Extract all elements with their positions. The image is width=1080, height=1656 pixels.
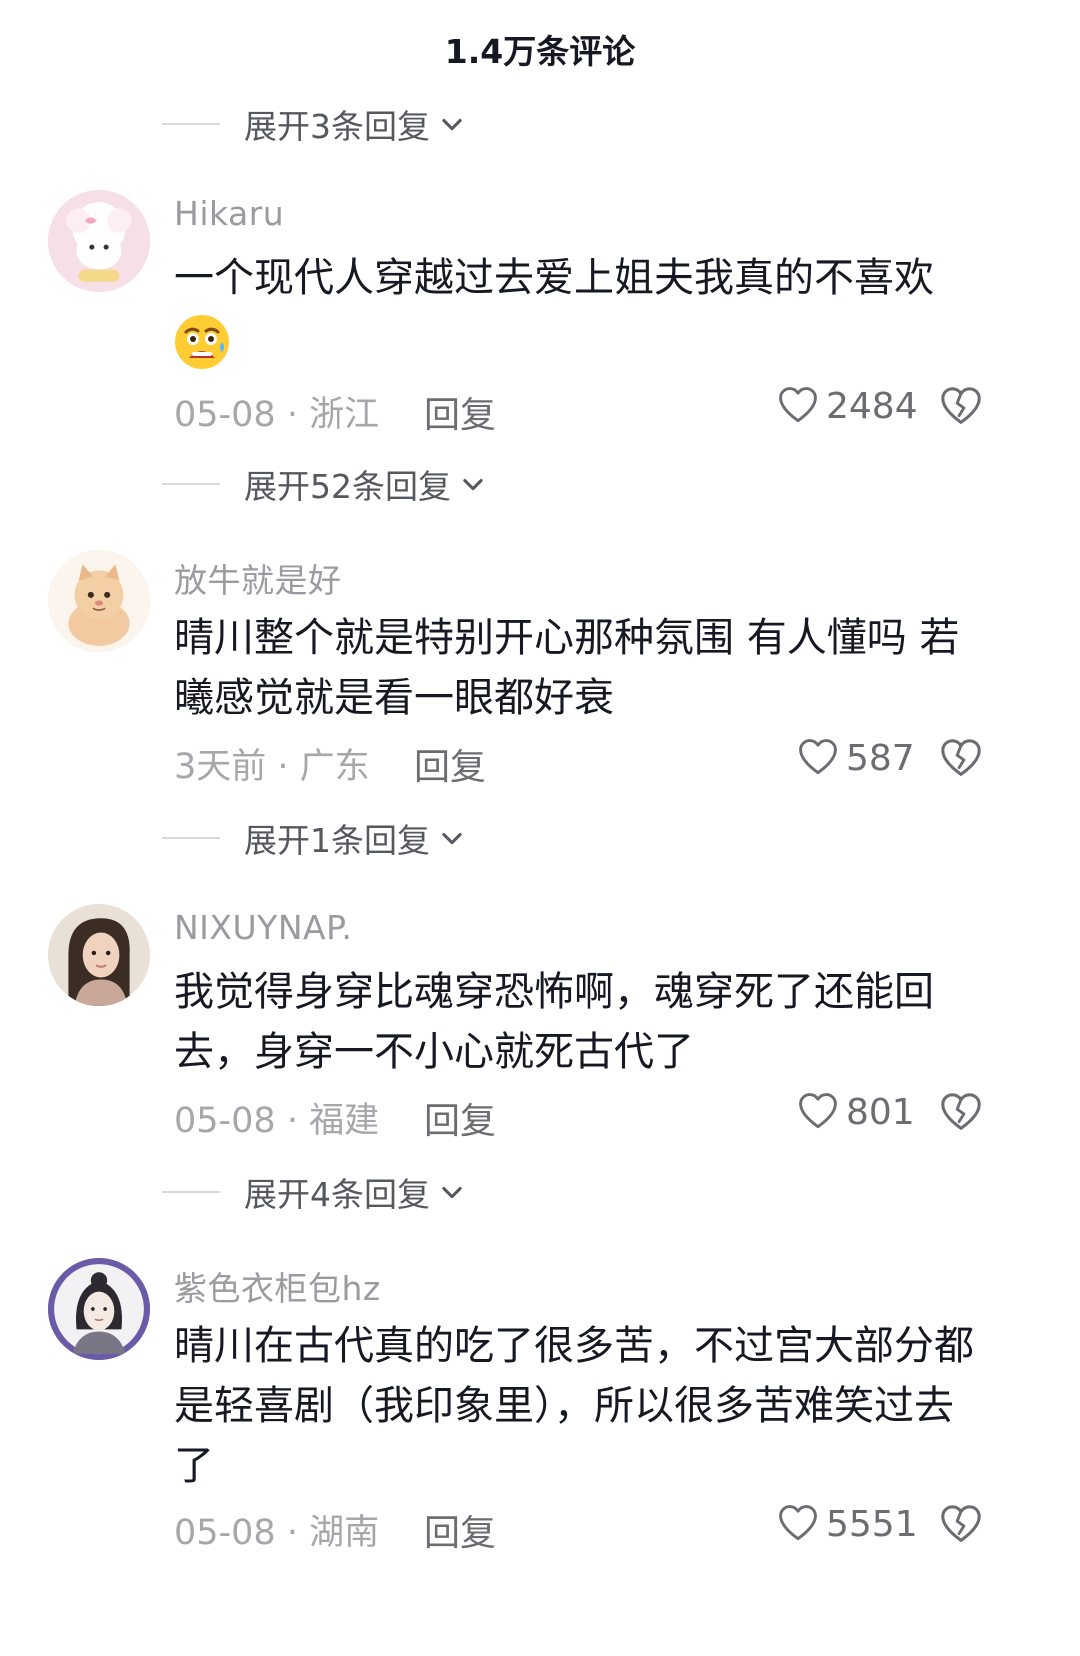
comment-item: 紫色衣柜包hz 晴川在古代真的吃了很多苦，不过宫大部分都 是轻喜剧（我印象里），… — [0, 1258, 1080, 1578]
like-button[interactable]: 587 — [796, 736, 915, 780]
comment-text-line: 是轻喜剧（我印象里），所以很多苦难笑过去 — [174, 1383, 954, 1429]
comment-text: 晴川整个就是特别开心那种氛围 有人懂吗 若 曦感觉就是看一眼都好衰 — [174, 608, 1034, 728]
expand-replies-button[interactable]: 展开4条回复 — [162, 1164, 466, 1220]
comment-text-line: 晴川在古代真的吃了很多苦，不过宫大部分都 — [174, 1323, 974, 1369]
comment-item: NIXUYNAP. 我觉得身穿比魂穿恐怖啊，魂穿死了还能回 去，身穿一不小心就死… — [0, 904, 1080, 1154]
broken-heart-icon[interactable] — [938, 1090, 984, 1136]
like-button[interactable]: 2484 — [776, 384, 918, 428]
reply-button[interactable]: 回复 — [424, 1092, 496, 1144]
chevron-down-icon — [442, 832, 462, 845]
expand-replies-label: 展开1条回复 — [244, 821, 430, 860]
username[interactable]: 紫色衣柜包hz — [174, 1262, 381, 1310]
broken-heart-icon[interactable] — [938, 1502, 984, 1548]
heart-icon — [799, 739, 837, 775]
comment-meta: 05-08 · 湖南 回复 5551 — [174, 1504, 1034, 1554]
comment-text: 晴川在古代真的吃了很多苦，不过宫大部分都 是轻喜剧（我印象里），所以很多苦难笑过… — [174, 1316, 1034, 1496]
comment-text: 我觉得身穿比魂穿恐怖啊，魂穿死了还能回 去，身穿一不小心就死古代了 — [174, 962, 1034, 1082]
like-count: 801 — [846, 1091, 915, 1133]
heart-icon — [799, 1093, 837, 1129]
expander-divider — [162, 123, 220, 125]
like-count: 5551 — [826, 1503, 918, 1545]
avatar[interactable] — [48, 190, 150, 292]
chevron-down-icon — [442, 1186, 462, 1199]
expand-replies-label: 展开3条回复 — [244, 107, 430, 146]
expander-divider — [162, 837, 220, 839]
date-region: 05-08 · 湖南 — [174, 1513, 380, 1553]
reply-button[interactable]: 回复 — [424, 1504, 496, 1556]
comment-text-line: 我觉得身穿比魂穿恐怖啊，魂穿死了还能回 — [174, 969, 934, 1015]
comment-item: Hikaru 一个现代人穿越过去爱上姐夫我真的不喜欢 05-08 · 浙江 回复… — [0, 190, 1080, 450]
comment-meta: 05-08 · 浙江 回复 2484 — [174, 386, 1034, 436]
expander-divider — [162, 483, 220, 485]
date-region: 05-08 · 浙江 — [174, 395, 380, 435]
comment-meta: 3天前 · 广东 回复 587 — [174, 738, 1034, 788]
reply-button[interactable]: 回复 — [424, 386, 496, 438]
comments-panel: 1.4万条评论 展开3条回复 Hikaru 一个现代人穿越过去爱上姐夫我真的不喜… — [0, 0, 1080, 1656]
broken-heart-icon[interactable] — [938, 736, 984, 782]
like-count: 587 — [846, 737, 915, 779]
like-count: 2484 — [826, 385, 918, 427]
username[interactable]: 放牛就是好 — [174, 554, 342, 602]
expand-replies-button[interactable]: 展开1条回复 — [162, 810, 466, 866]
expand-replies-label: 展开4条回复 — [244, 1175, 430, 1214]
comment-text-line: 曦感觉就是看一眼都好衰 — [174, 675, 614, 721]
comment-text-line: 了 — [174, 1443, 214, 1489]
broken-heart-icon[interactable] — [938, 384, 984, 430]
comment-text-line: 去，身穿一不小心就死古代了 — [174, 1029, 694, 1075]
heart-icon — [779, 387, 817, 423]
scared-face-emoji-icon — [175, 315, 229, 369]
reply-button[interactable]: 回复 — [414, 738, 486, 790]
expander-divider — [162, 1191, 220, 1193]
comment-meta: 05-08 · 福建 回复 801 — [174, 1092, 1034, 1142]
comment-count-title: 1.4万条评论 — [444, 32, 636, 71]
date-region: 3天前 · 广东 — [174, 747, 370, 787]
expand-replies-button[interactable]: 展开3条回复 — [162, 96, 466, 152]
avatar[interactable] — [48, 550, 150, 652]
comment-text: 一个现代人穿越过去爱上姐夫我真的不喜欢 — [174, 255, 934, 301]
heart-icon — [779, 1505, 817, 1541]
like-button[interactable]: 5551 — [776, 1502, 918, 1546]
like-button[interactable]: 801 — [796, 1090, 915, 1134]
chevron-down-icon — [463, 478, 483, 491]
username[interactable]: NIXUYNAP. — [174, 908, 352, 947]
comment-text-line: 晴川整个就是特别开心那种氛围 有人懂吗 若 — [174, 615, 960, 661]
avatar[interactable] — [48, 904, 150, 1006]
username[interactable]: Hikaru — [174, 194, 284, 233]
comment-item: 放牛就是好 晴川整个就是特别开心那种氛围 有人懂吗 若 曦感觉就是看一眼都好衰 … — [0, 550, 1080, 800]
expand-replies-label: 展开52条回复 — [244, 467, 451, 506]
date-region: 05-08 · 福建 — [174, 1101, 380, 1141]
avatar[interactable] — [48, 1258, 150, 1360]
expand-replies-button[interactable]: 展开52条回复 — [162, 456, 487, 512]
chevron-down-icon — [442, 118, 462, 131]
